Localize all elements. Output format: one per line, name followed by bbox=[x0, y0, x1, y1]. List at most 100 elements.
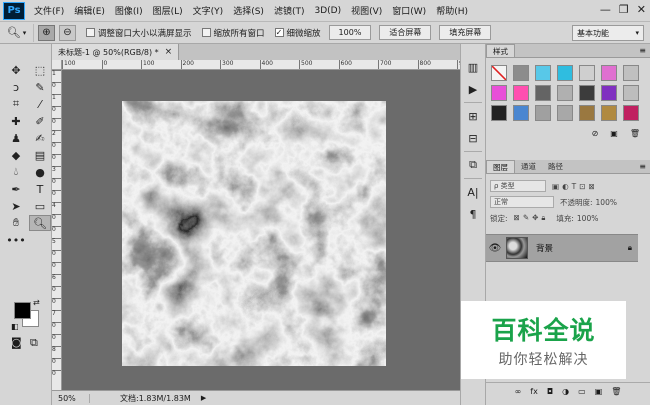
character-panel-button[interactable]: A| bbox=[464, 183, 482, 201]
opacity-value[interactable]: 100% bbox=[596, 198, 617, 207]
path-select-tool[interactable]: ➤ bbox=[5, 198, 27, 214]
shape-tool[interactable]: ▭ bbox=[29, 198, 51, 214]
document-tab[interactable]: 未标题-1 @ 50%(RGB/8) * × bbox=[52, 44, 180, 60]
checkbox-box-checked[interactable]: ✓ bbox=[274, 28, 284, 37]
marquee-tool[interactable]: ⬚ bbox=[29, 62, 51, 78]
menu-type[interactable]: 文字(Y) bbox=[188, 4, 229, 17]
menu-file[interactable]: 文件(F) bbox=[29, 4, 69, 17]
tab-styles[interactable]: 样式 bbox=[486, 44, 515, 57]
layer-kind-select[interactable]: ρ 类型 bbox=[490, 180, 546, 192]
history-panel-button[interactable]: ▥ bbox=[464, 58, 482, 76]
style-swatch[interactable] bbox=[579, 105, 595, 121]
resize-windows-checkbox[interactable]: 调整窗口大小以满屏显示 bbox=[86, 27, 192, 39]
style-swatch[interactable] bbox=[535, 65, 551, 81]
actions-panel-button[interactable]: ▶ bbox=[464, 80, 482, 98]
lock-icons[interactable]: ⊠✎✥🔒︎ bbox=[514, 213, 549, 223]
trash-icon[interactable]: 🗑 bbox=[611, 387, 621, 396]
checkbox-box[interactable] bbox=[86, 28, 95, 37]
mask-icon[interactable]: ◘ bbox=[547, 387, 553, 396]
default-colors-icon[interactable]: ◧ bbox=[11, 322, 19, 331]
tab-paths[interactable]: 路径 bbox=[542, 160, 569, 173]
style-swatch[interactable] bbox=[623, 105, 639, 121]
style-swatch[interactable] bbox=[557, 105, 573, 121]
foreground-color-swatch[interactable] bbox=[14, 302, 31, 319]
paragraph-panel-button[interactable]: ¶ bbox=[464, 205, 482, 223]
menu-layer[interactable]: 图层(L) bbox=[148, 4, 188, 17]
workspace-select[interactable]: 基本功能 ▾ bbox=[572, 25, 644, 41]
trash-icon[interactable]: 🗑 bbox=[630, 129, 640, 138]
lasso-tool[interactable]: ↄ bbox=[5, 79, 27, 95]
quick-select-tool[interactable]: ✎ bbox=[29, 79, 51, 95]
fx-icon[interactable]: fx bbox=[530, 387, 538, 396]
zoom-all-windows-checkbox[interactable]: 缩放所有窗口 bbox=[201, 27, 265, 39]
zoom-out-button[interactable]: ⊖ bbox=[59, 24, 76, 41]
checkbox-box[interactable] bbox=[201, 28, 211, 37]
eraser-tool[interactable]: ◆ bbox=[5, 147, 27, 163]
style-swatch[interactable] bbox=[601, 85, 617, 101]
clear-style-icon[interactable]: ⊘ bbox=[592, 129, 599, 138]
type-tool[interactable]: T bbox=[29, 181, 51, 197]
clone-source-panel-button[interactable]: ⧉ bbox=[464, 156, 482, 174]
swap-colors-icon[interactable]: ⇄ bbox=[33, 298, 40, 307]
fit-screen-button[interactable]: 适合屏幕 bbox=[379, 25, 432, 40]
screen-mode-icon[interactable]: ⧉ bbox=[30, 336, 38, 350]
tab-layers[interactable]: 图层 bbox=[486, 160, 515, 173]
healing-tool[interactable]: ✚ bbox=[5, 113, 27, 129]
style-swatch[interactable] bbox=[491, 65, 507, 81]
style-swatch[interactable] bbox=[513, 65, 529, 81]
style-swatch[interactable] bbox=[535, 105, 551, 121]
edit-toolbar-button[interactable]: ••• bbox=[5, 232, 27, 248]
vertical-ruler[interactable]: 1 0 1 0 0 2 0 0 3 0 0 4 0 0 5 0 0 6 0 0 7 0 0 8 0 0 bbox=[52, 70, 62, 390]
style-swatch[interactable] bbox=[601, 65, 617, 81]
zoom-tool[interactable]: 🔍︎ bbox=[29, 215, 51, 231]
close-button[interactable]: ✕ bbox=[637, 3, 646, 16]
blur-tool[interactable]: 💧︎ bbox=[5, 164, 27, 180]
style-swatch[interactable] bbox=[623, 85, 639, 101]
menu-filter[interactable]: 滤镜(T) bbox=[269, 4, 310, 17]
style-swatch[interactable] bbox=[557, 85, 573, 101]
hand-tool[interactable]: ✋︎ bbox=[5, 215, 27, 231]
style-swatch[interactable] bbox=[513, 105, 529, 121]
style-swatch[interactable] bbox=[601, 105, 617, 121]
zoom-100-button[interactable]: 100% bbox=[328, 25, 372, 40]
crop-tool[interactable]: ⌗ bbox=[5, 96, 27, 112]
menu-edit[interactable]: 编辑(E) bbox=[69, 4, 110, 17]
stamp-tool[interactable]: ♟ bbox=[5, 130, 27, 146]
ruler-origin[interactable] bbox=[52, 60, 62, 70]
move-tool[interactable]: ✥ bbox=[5, 62, 27, 78]
fill-screen-button[interactable]: 填充屏幕 bbox=[439, 25, 492, 40]
status-menu-arrow-icon[interactable]: ▶ bbox=[201, 394, 206, 402]
adjustments-panel-button[interactable]: ⊟ bbox=[464, 129, 482, 147]
style-swatch[interactable] bbox=[579, 85, 595, 101]
menu-view[interactable]: 视图(V) bbox=[346, 4, 387, 17]
pen-tool[interactable]: ✒ bbox=[5, 181, 27, 197]
eye-icon[interactable]: 👁︎ bbox=[486, 243, 504, 254]
document-canvas[interactable] bbox=[122, 101, 386, 366]
layer-background[interactable]: 👁︎ 背景 🔒︎ bbox=[486, 234, 638, 262]
properties-panel-button[interactable]: ⊞ bbox=[464, 107, 482, 125]
status-zoom-field[interactable]: 50% bbox=[52, 393, 90, 403]
gradient-tool[interactable]: ▤ bbox=[29, 147, 51, 163]
tab-channels[interactable]: 通道 bbox=[515, 160, 542, 173]
horizontal-ruler[interactable]: 1000100200300400500600700800900 bbox=[62, 60, 460, 70]
panel-menu-icon[interactable]: ≡ bbox=[639, 46, 646, 55]
style-swatch[interactable] bbox=[491, 105, 507, 121]
group-icon[interactable]: ▭ bbox=[578, 387, 586, 396]
menu-help[interactable]: 帮助(H) bbox=[431, 4, 473, 17]
menu-window[interactable]: 窗口(W) bbox=[387, 4, 431, 17]
panel-menu-icon[interactable]: ≡ bbox=[639, 162, 646, 171]
filter-type-icons[interactable]: ▣◐T⊡⊠ bbox=[552, 182, 598, 191]
history-brush-tool[interactable]: ✍ bbox=[29, 130, 51, 146]
restore-button[interactable]: ❐ bbox=[619, 3, 629, 16]
eyedropper-tool[interactable]: ⁄ bbox=[29, 96, 51, 112]
canvas-workspace[interactable] bbox=[62, 70, 460, 390]
minimize-button[interactable]: — bbox=[600, 3, 611, 16]
style-swatch[interactable] bbox=[557, 65, 573, 81]
menu-select[interactable]: 选择(S) bbox=[228, 4, 269, 17]
link-layers-icon[interactable]: ∞ bbox=[515, 387, 522, 396]
close-icon[interactable]: × bbox=[165, 47, 173, 57]
new-layer-icon[interactable]: ▣ bbox=[595, 387, 603, 396]
fill-value[interactable]: 100% bbox=[577, 214, 598, 223]
style-swatch[interactable] bbox=[623, 65, 639, 81]
zoom-in-button[interactable]: ⊕ bbox=[38, 24, 55, 41]
